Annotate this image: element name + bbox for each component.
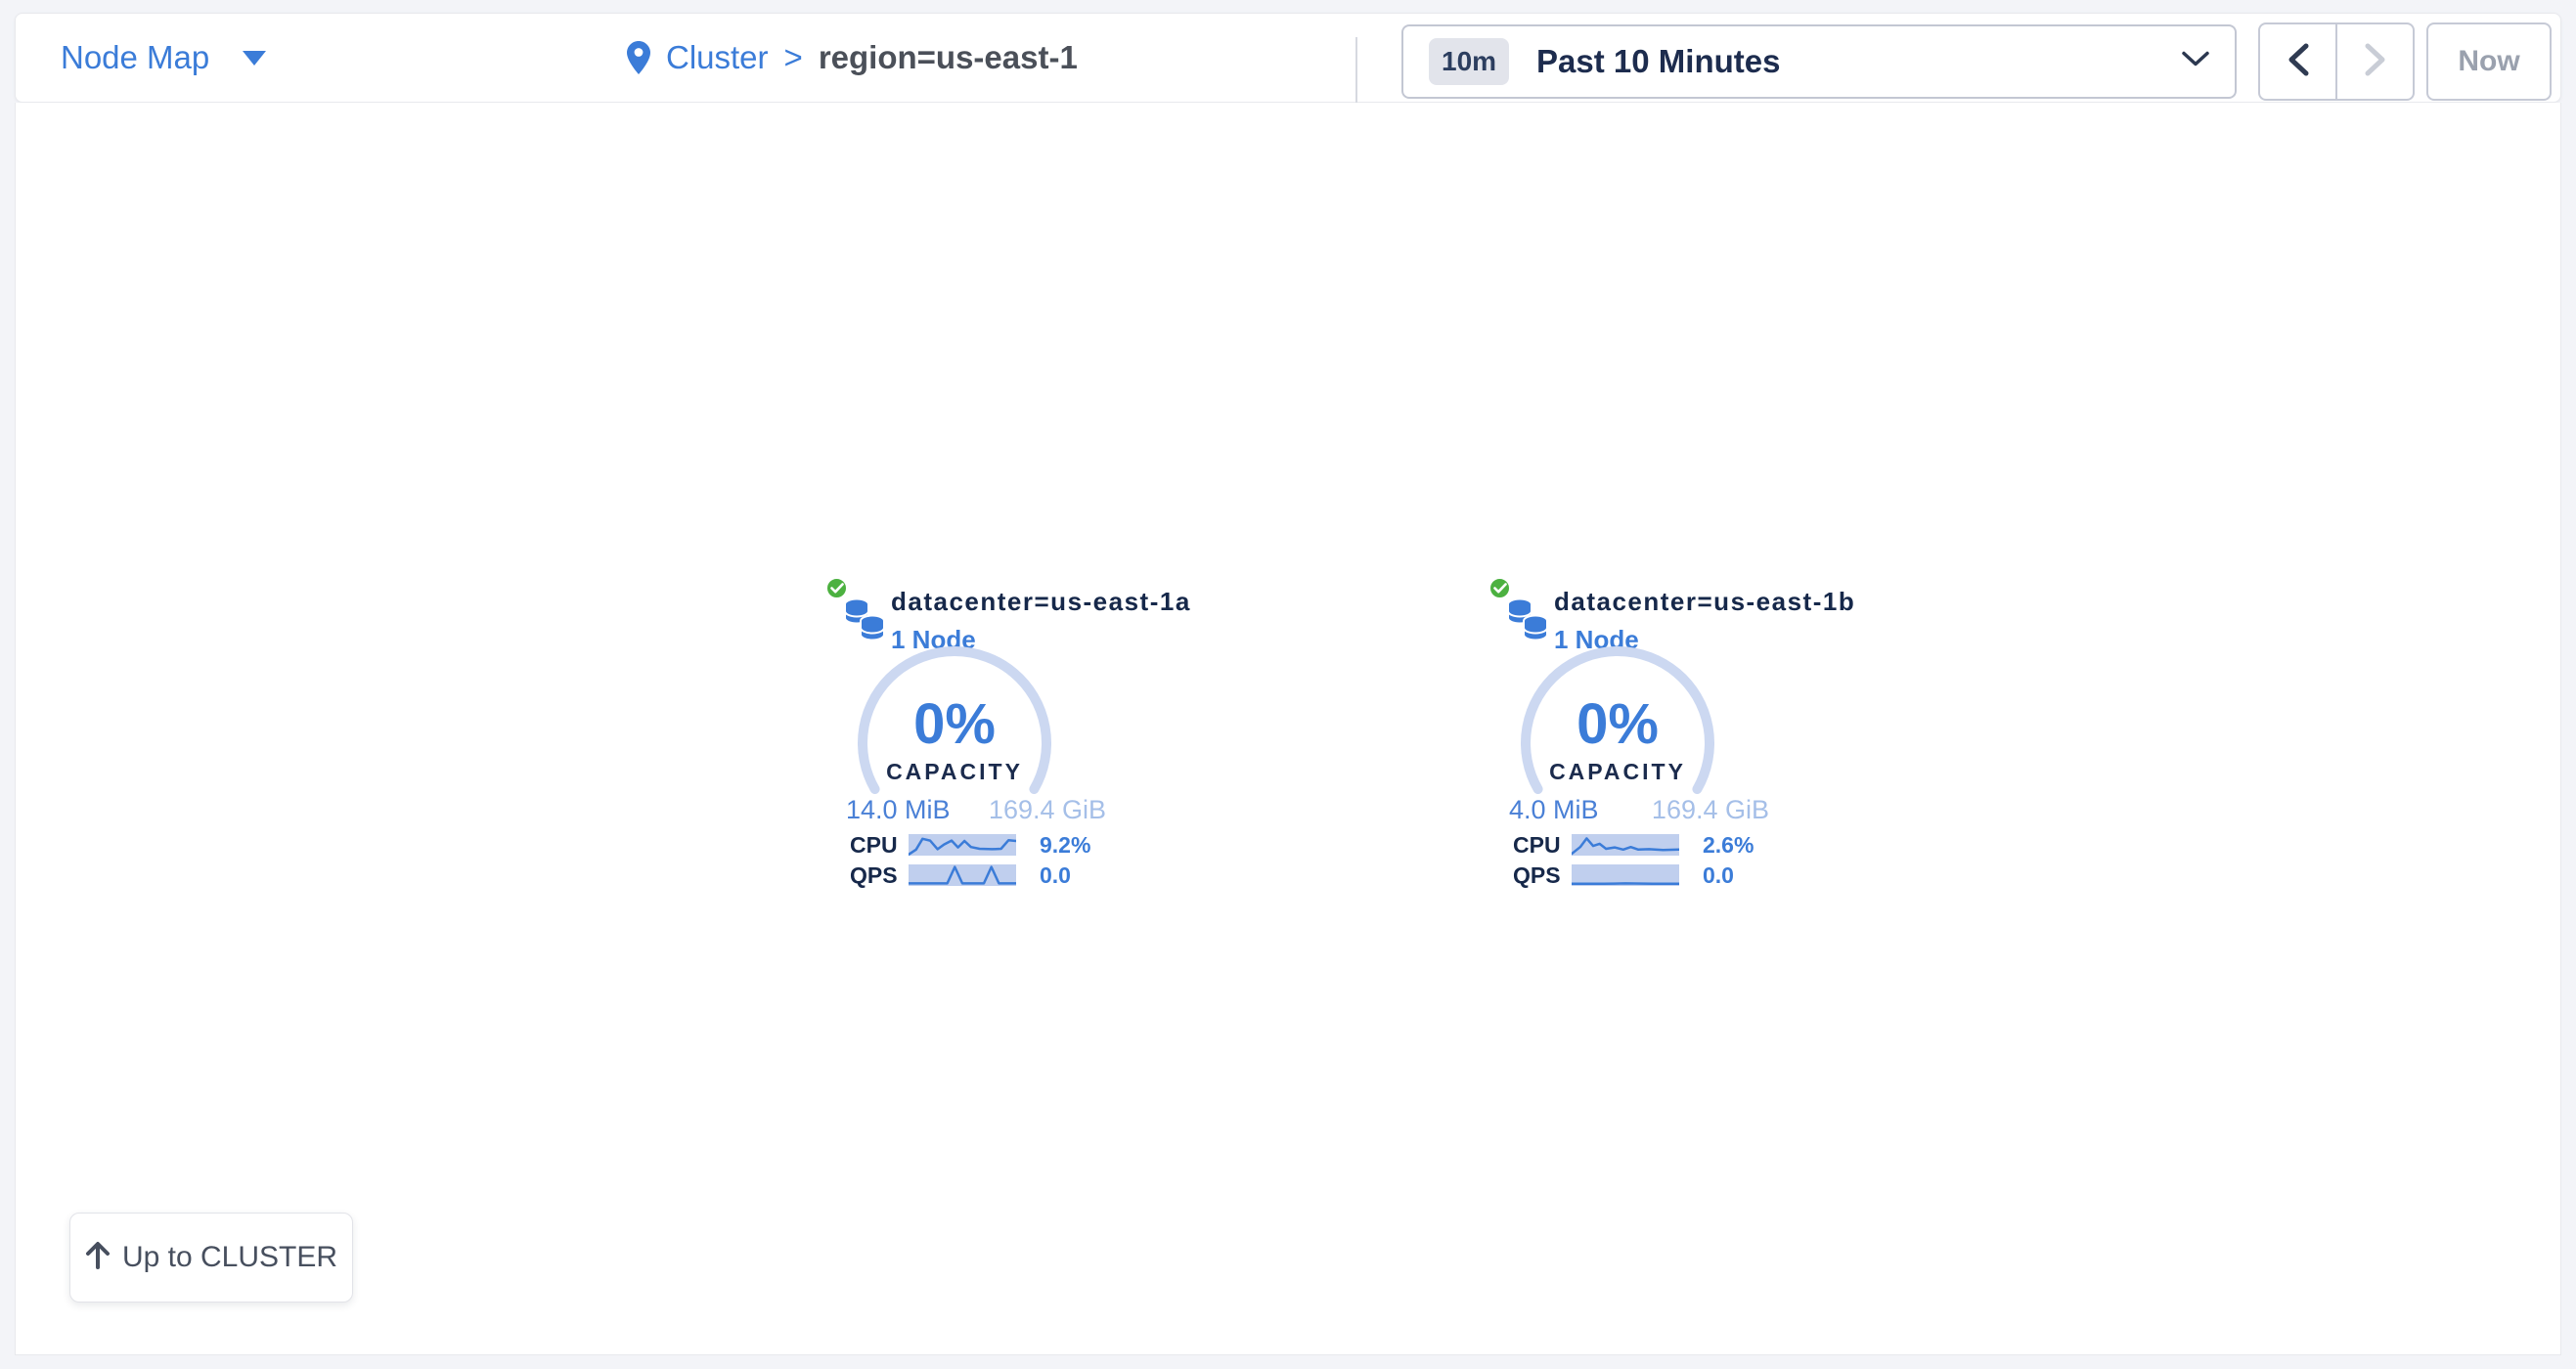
capacity-total: 169.4 GiB bbox=[989, 795, 1106, 825]
time-window-badge: 10m bbox=[1429, 38, 1509, 85]
qps-sparkline bbox=[909, 864, 1016, 886]
check-circle-icon bbox=[1488, 577, 1511, 599]
database-stack-icon bbox=[1505, 597, 1550, 649]
breadcrumb: Cluster > region=us-east-1 bbox=[627, 14, 1078, 102]
up-to-cluster-label: Up to CLUSTER bbox=[122, 1241, 337, 1274]
breadcrumb-current: region=us-east-1 bbox=[819, 39, 1078, 76]
time-window-dropdown[interactable]: 10m Past 10 Minutes bbox=[1401, 24, 2237, 99]
caret-down-icon bbox=[243, 51, 266, 66]
location-pin-icon bbox=[627, 41, 650, 74]
cpu-metric-row: CPU 2.6% bbox=[1513, 832, 1773, 858]
qps-metric-row: QPS 0.0 bbox=[1513, 862, 1773, 888]
time-nav bbox=[2258, 22, 2415, 101]
time-window-label: Past 10 Minutes bbox=[1536, 43, 1780, 80]
qps-label: QPS bbox=[850, 862, 909, 889]
datacenter-name: datacenter=us-east-1a bbox=[891, 587, 1191, 617]
capacity-range: 4.0 MiB 169.4 GiB bbox=[1509, 795, 1769, 825]
capacity-total: 169.4 GiB bbox=[1652, 795, 1769, 825]
qps-label: QPS bbox=[1513, 862, 1572, 889]
chevron-right-icon bbox=[2365, 43, 2386, 81]
capacity-label: CAPACITY bbox=[847, 759, 1062, 785]
cpu-value: 2.6% bbox=[1703, 832, 1754, 859]
chevron-down-icon bbox=[2182, 52, 2209, 72]
datacenter-card[interactable]: datacenter=us-east-1b 1 Node 0% CAPACITY… bbox=[1486, 575, 1779, 907]
datacenter-card[interactable]: datacenter=us-east-1a 1 Node 0% CAPACITY… bbox=[822, 575, 1116, 907]
time-back-button[interactable] bbox=[2260, 24, 2335, 99]
capacity-percent: 0% bbox=[1510, 696, 1725, 753]
capacity-used: 14.0 MiB bbox=[846, 795, 951, 825]
qps-value: 0.0 bbox=[1040, 862, 1071, 889]
cpu-sparkline bbox=[1572, 834, 1679, 856]
now-button[interactable]: Now bbox=[2426, 22, 2552, 101]
cpu-value: 9.2% bbox=[1040, 832, 1090, 859]
qps-value: 0.0 bbox=[1703, 862, 1734, 889]
time-forward-button[interactable] bbox=[2335, 24, 2413, 99]
cpu-sparkline bbox=[909, 834, 1016, 856]
datacenter-name: datacenter=us-east-1b bbox=[1554, 587, 1855, 617]
breadcrumb-separator: > bbox=[784, 39, 803, 76]
chevron-left-icon bbox=[2287, 43, 2309, 81]
capacity-used: 4.0 MiB bbox=[1509, 795, 1599, 825]
cpu-label: CPU bbox=[850, 832, 909, 859]
cpu-metric-row: CPU 9.2% bbox=[850, 832, 1110, 858]
database-stack-icon bbox=[842, 597, 887, 649]
capacity-label: CAPACITY bbox=[1510, 759, 1725, 785]
cpu-label: CPU bbox=[1513, 832, 1572, 859]
capacity-percent: 0% bbox=[847, 696, 1062, 753]
qps-sparkline bbox=[1572, 864, 1679, 886]
view-selector-dropdown[interactable]: Node Map bbox=[61, 14, 266, 102]
up-to-cluster-button[interactable]: Up to CLUSTER bbox=[69, 1213, 353, 1303]
breadcrumb-cluster-link[interactable]: Cluster bbox=[666, 39, 769, 76]
arrow-up-icon bbox=[85, 1241, 111, 1275]
header-divider bbox=[1355, 37, 1357, 106]
check-circle-icon bbox=[825, 577, 848, 599]
qps-metric-row: QPS 0.0 bbox=[850, 862, 1110, 888]
top-bar: Node Map Cluster > region=us-east-1 10m … bbox=[15, 13, 2561, 103]
capacity-range: 14.0 MiB 169.4 GiB bbox=[846, 795, 1106, 825]
node-map-canvas: datacenter=us-east-1a 1 Node 0% CAPACITY… bbox=[15, 103, 2561, 1355]
capacity-gauge: 0% CAPACITY bbox=[847, 645, 1062, 802]
capacity-gauge: 0% CAPACITY bbox=[1510, 645, 1725, 802]
view-selector-label: Node Map bbox=[61, 39, 209, 76]
